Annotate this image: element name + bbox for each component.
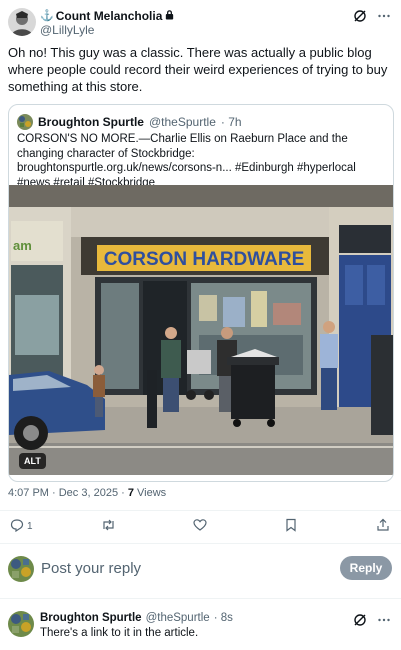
share-icon [376, 518, 390, 535]
divider-actions [0, 543, 401, 544]
timestamp-text: 4:07 PM · Dec 3, 2025 · [8, 487, 128, 499]
reply-composer: Post your reply Reply [0, 550, 401, 590]
bookmark-action[interactable] [285, 518, 297, 535]
anchor-icon: ⚓ [40, 10, 54, 22]
divider-top [0, 510, 401, 511]
author-handle[interactable]: @LillyLyle [40, 23, 175, 37]
reply-author-name[interactable]: Broughton Spurtle [40, 612, 142, 624]
quoted-author-handle: @theSpurtle [148, 115, 216, 129]
reply-post-header: Broughton Spurtle @theSpurtle · 8s [40, 612, 233, 624]
author-name[interactable]: Count Melancholia [56, 9, 163, 23]
author-info: ⚓ Count Melancholia @LillyLyle [40, 8, 175, 37]
reply-author-handle[interactable]: @theSpurtle [146, 612, 210, 624]
quoted-author-avatar [17, 114, 33, 130]
heart-icon [193, 518, 207, 535]
svg-text:am: am [13, 238, 32, 253]
repost-icon [101, 518, 116, 535]
alt-text-badge[interactable]: ALT [19, 453, 46, 469]
post-timestamp: 4:07 PM · Dec 3, 2025 · 7 Views [8, 487, 166, 499]
repost-action[interactable] [101, 518, 116, 535]
post-text: Oh no! This guy was a classic. There was… [8, 45, 388, 94]
quoted-post-time: · 7h [220, 115, 242, 129]
reply-author-avatar[interactable] [8, 611, 34, 637]
reply-icon [10, 518, 24, 535]
action-bar: 1 [0, 514, 401, 540]
bookmark-icon [285, 518, 297, 535]
views-label: Views [133, 487, 167, 499]
quoted-author-name: Broughton Spurtle [38, 115, 144, 129]
share-action[interactable] [376, 518, 390, 535]
user-avatar [8, 556, 34, 582]
reply-post-text: There's a link to it in the article. [40, 627, 199, 639]
grok-icon[interactable] [353, 613, 367, 632]
grok-icon[interactable] [353, 9, 367, 28]
shop-sign-text: CORSON HARDWARE [104, 249, 305, 270]
lock-icon [164, 9, 175, 23]
post-top-actions [353, 9, 391, 28]
reply-post-time: · 8s [213, 612, 233, 624]
divider-composer [0, 598, 401, 599]
shopfront-photo[interactable]: am CORSON HARDWARE ALT [9, 185, 393, 475]
reply-top-actions [353, 613, 391, 632]
quoted-post-header: Broughton Spurtle @theSpurtle · 7h [17, 114, 242, 130]
more-options-icon[interactable] [377, 613, 391, 632]
more-options-icon[interactable] [377, 9, 391, 28]
reply-action[interactable]: 1 [10, 518, 33, 535]
quoted-post-text: CORSON'S NO MORE.—Charlie Ellis on Raebu… [17, 133, 356, 189]
quoted-post[interactable]: Broughton Spurtle @theSpurtle · 7h CORSO… [8, 104, 394, 482]
reply-input[interactable]: Post your reply [41, 560, 141, 577]
reply-button[interactable]: Reply [340, 556, 392, 580]
reply-count: 1 [27, 521, 33, 532]
author-avatar[interactable] [8, 8, 36, 36]
like-action[interactable] [193, 518, 207, 535]
